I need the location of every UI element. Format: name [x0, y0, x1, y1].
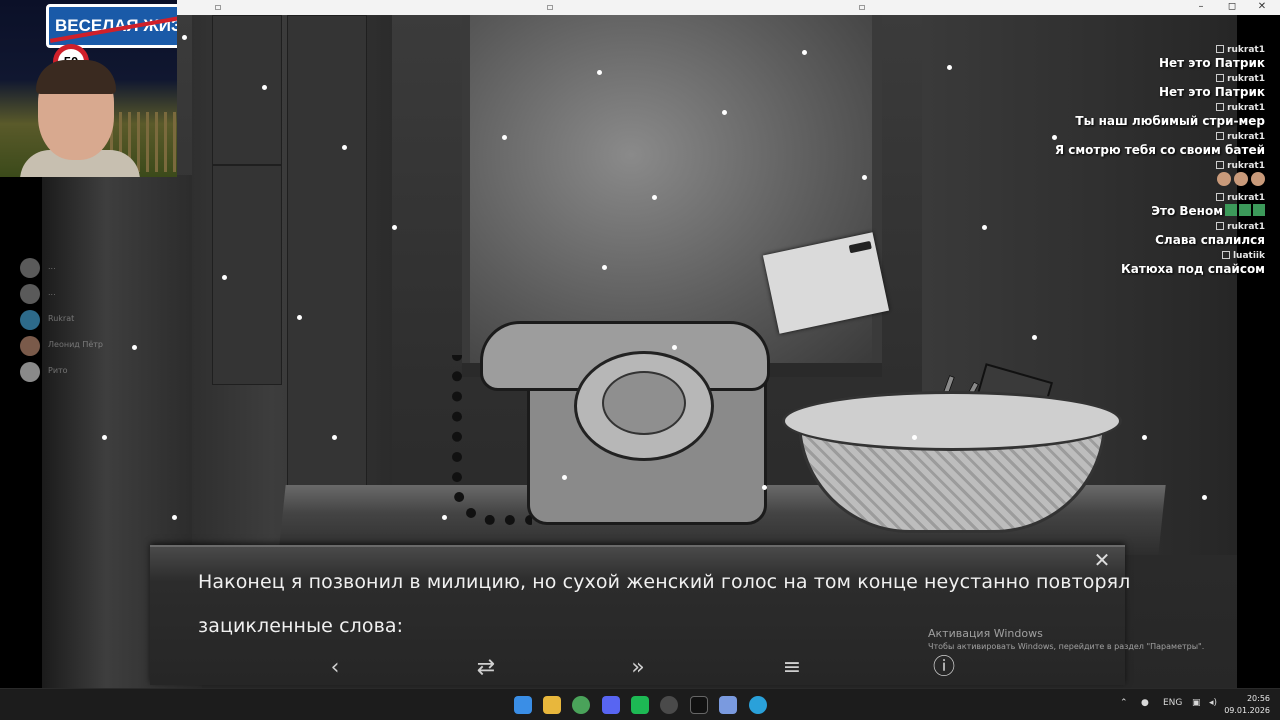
info-icon[interactable]: ⓘ — [930, 655, 958, 681]
avatar — [20, 362, 40, 382]
auto-play-toggle-icon[interactable]: ⇄ — [472, 655, 500, 681]
rotary-telephone[interactable] — [452, 315, 782, 535]
titlebar-marker — [547, 5, 553, 10]
scene-wall-left — [192, 15, 392, 555]
terminal-icon[interactable] — [690, 696, 708, 714]
streamer-hair — [36, 60, 116, 94]
emote-icon — [1225, 204, 1237, 216]
chrome-icon[interactable] — [572, 696, 590, 714]
app-icon[interactable] — [719, 696, 737, 714]
clock-time: 20:56 — [1246, 694, 1270, 703]
avatar — [20, 284, 40, 304]
chat-badge-icon — [1216, 132, 1225, 140]
dialogue-box[interactable]: ✕ Наконец я позвонил в милицию, но сухой… — [150, 545, 1204, 685]
dialogue-text-line-2: зацикленные слова: — [198, 615, 404, 637]
dialogue-close-icon[interactable]: ✕ — [1093, 550, 1111, 570]
app-icon[interactable] — [631, 696, 649, 714]
chat-message: rukrat1 Нет это Патрик — [1050, 44, 1265, 71]
chat-username: rukrat1 — [1227, 222, 1265, 232]
chat-username: luatiik — [1232, 251, 1265, 261]
avatar — [20, 258, 40, 278]
emote-icon — [1239, 204, 1251, 216]
chat-message: rukrat1 Я смотрю тебя со своим батей — [1050, 131, 1265, 158]
activation-title: Активация Windows — [928, 627, 1043, 640]
chat-message: rukrat1 Нет это Патрик — [1050, 73, 1265, 100]
titlebar-marker — [859, 5, 865, 10]
phone-dial-center — [602, 371, 686, 435]
window-titlebar: – ◻ ✕ — [177, 0, 1280, 15]
road-sign: ВЕСЕЛАЯ ЖИЗ — [46, 4, 177, 48]
viewer-item: Rukrat — [18, 309, 158, 335]
viewer-item: ... — [18, 283, 158, 309]
chat-badge-icon — [1221, 251, 1230, 259]
chat-message: rukrat1 Слава спалился — [1050, 221, 1265, 248]
chat-text: Нет это Патрик — [1158, 56, 1265, 70]
tray-chevron-icon[interactable]: ⌃ — [1120, 698, 1128, 708]
viewer-item: ... — [18, 257, 158, 283]
note-clip — [848, 240, 872, 254]
obs-icon[interactable] — [660, 696, 678, 714]
windows-taskbar: ⌃ ● ENG ▣ ◂) 20:56 09.01.2026 — [0, 688, 1280, 720]
chat-text: Ты наш любимый стри-мер — [1075, 114, 1265, 128]
close-window-button[interactable]: ✕ — [1255, 1, 1269, 13]
activation-subtitle: Чтобы активировать Windows, перейдите в … — [928, 642, 1205, 651]
avatar — [20, 310, 40, 330]
chat-text: Слава спалился — [1155, 233, 1265, 247]
chat-username: rukrat1 — [1227, 193, 1265, 203]
taskbar-clock[interactable]: 20:56 09.01.2026 — [1224, 693, 1270, 717]
chat-username: rukrat1 — [1227, 132, 1265, 142]
wicker-basket[interactable] — [782, 363, 1122, 533]
clock-date: 09.01.2026 — [1224, 706, 1270, 715]
volume-icon[interactable]: ◂) — [1209, 698, 1217, 708]
chat-emotes — [1050, 172, 1265, 190]
chat-username: rukrat1 — [1227, 74, 1265, 84]
chat-message: rukrat1 Это Веном — [1050, 192, 1265, 219]
chat-username: rukrat1 — [1227, 161, 1265, 171]
emote-icon — [1234, 172, 1248, 186]
chat-badge-icon — [1216, 74, 1225, 82]
network-icon[interactable]: ▣ — [1192, 698, 1201, 708]
chat-message: rukrat1 — [1050, 160, 1265, 190]
chat-message: rukrat1 Ты наш любимый стри-мер — [1050, 102, 1265, 129]
discord-icon[interactable] — [602, 696, 620, 714]
chat-badge-icon — [1216, 45, 1225, 53]
emote-icon — [1217, 172, 1231, 186]
webcam-overlay: ВЕСЕЛАЯ ЖИЗ 50 — [0, 0, 177, 177]
maximize-button[interactable]: ◻ — [1225, 1, 1239, 13]
minimize-button[interactable]: – — [1194, 1, 1208, 13]
emote-icon — [1253, 204, 1265, 216]
chat-badge-icon — [1216, 103, 1225, 111]
basket-rim — [782, 391, 1122, 451]
chat-badge-icon — [1216, 222, 1225, 230]
viewer-item: Рито — [18, 361, 158, 387]
chat-username: rukrat1 — [1227, 45, 1265, 55]
chat-message: luatiik Катюха под спайсом — [1050, 250, 1265, 277]
chat-text: Катюха под спайсом — [1120, 262, 1265, 276]
menu-icon[interactable]: ≡ — [778, 655, 806, 681]
emote-icon — [1251, 172, 1265, 186]
file-explorer-icon[interactable] — [543, 696, 561, 714]
chat-text: Я смотрю тебя со своим батей — [1054, 143, 1265, 157]
microphone-icon[interactable]: ● — [1141, 698, 1149, 708]
language-indicator[interactable]: ENG — [1163, 698, 1182, 708]
chat-text: Нет это Патрик — [1158, 85, 1265, 99]
back-arrow-icon[interactable]: ‹ — [322, 655, 348, 681]
viewer-item: Леонид Пётр — [18, 335, 158, 361]
dialogue-text-line-1: Наконец я позвонил в милицию, но сухой ж… — [198, 571, 1131, 593]
titlebar-marker — [215, 5, 221, 10]
chat-text: Это Веном — [1151, 204, 1223, 218]
avatar — [20, 336, 40, 356]
windows-start-icon[interactable] — [514, 696, 532, 714]
windows-activation-watermark: Активация Windows Чтобы активировать Win… — [928, 627, 1204, 651]
fast-forward-icon[interactable]: » — [624, 655, 652, 681]
viewer-list: ... ... Rukrat Леонид Пётр Рито — [18, 257, 158, 387]
chat-username: rukrat1 — [1227, 103, 1265, 113]
chat-badge-icon — [1216, 161, 1225, 169]
telegram-icon[interactable] — [749, 696, 767, 714]
stream-chat: rukrat1 Нет это Патрик rukrat1 Нет это П… — [1050, 44, 1265, 349]
chat-badge-icon — [1216, 193, 1225, 201]
